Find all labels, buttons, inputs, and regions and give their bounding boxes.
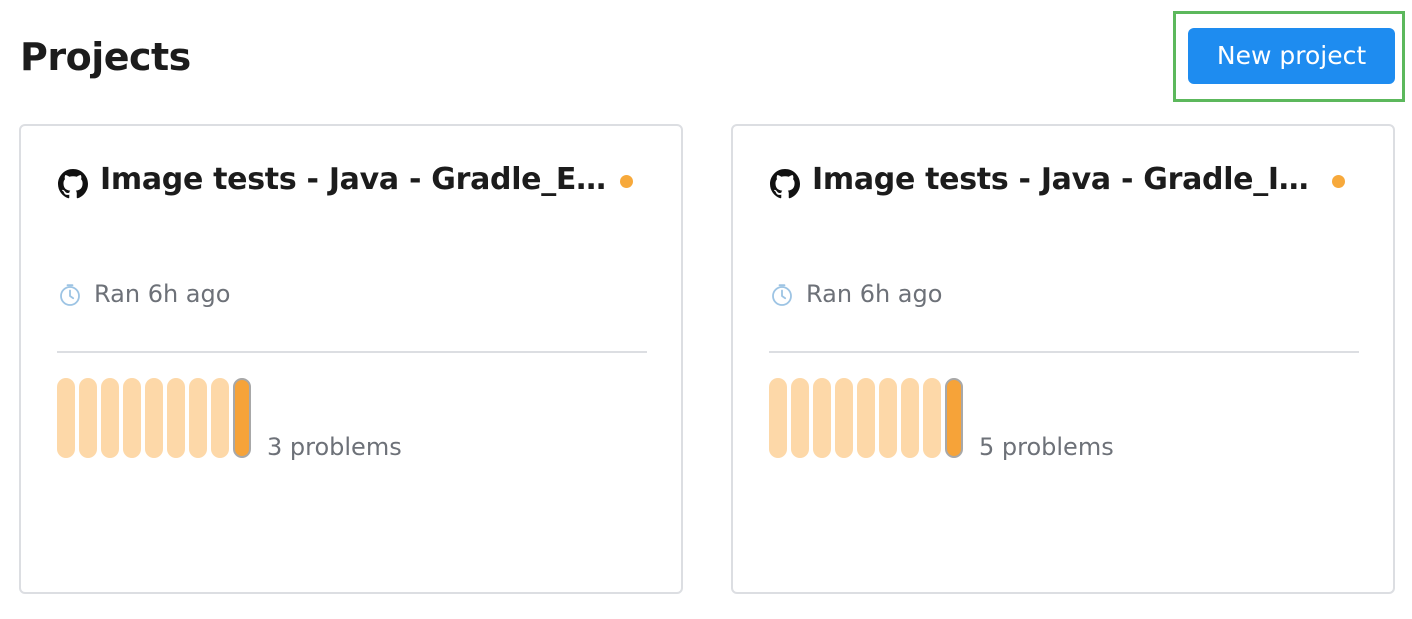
problems-count[interactable]: 3 problems: [267, 430, 402, 464]
run-bar[interactable]: [167, 378, 185, 458]
github-icon: [770, 169, 800, 199]
run-bar-latest[interactable]: [233, 378, 251, 458]
last-run-text: Ran 6h ago: [806, 280, 943, 308]
run-bar[interactable]: [857, 378, 875, 458]
run-bar[interactable]: [145, 378, 163, 458]
project-title[interactable]: Image tests - Java - Gradle_Incl...: [812, 160, 1325, 200]
run-bar[interactable]: [879, 378, 897, 458]
project-card[interactable]: Image tests - Java - Gradle_Excl... Ran …: [19, 124, 683, 594]
run-bar[interactable]: [813, 378, 831, 458]
run-bar[interactable]: [901, 378, 919, 458]
run-bar[interactable]: [211, 378, 229, 458]
status-indicator: [1332, 175, 1345, 188]
card-divider: [769, 351, 1359, 353]
last-run-text: Ran 6h ago: [94, 280, 231, 308]
run-bar[interactable]: [769, 378, 787, 458]
card-divider: [57, 351, 647, 353]
run-bar-latest[interactable]: [945, 378, 963, 458]
clock-icon: [60, 284, 80, 306]
run-bar[interactable]: [791, 378, 809, 458]
status-indicator: [620, 175, 633, 188]
clock-icon: [772, 284, 792, 306]
run-bar[interactable]: [923, 378, 941, 458]
run-bar[interactable]: [79, 378, 97, 458]
run-bar[interactable]: [123, 378, 141, 458]
new-project-button[interactable]: New project: [1188, 28, 1395, 84]
run-bar[interactable]: [189, 378, 207, 458]
github-icon: [58, 169, 88, 199]
project-title[interactable]: Image tests - Java - Gradle_Excl...: [100, 160, 613, 200]
run-bar[interactable]: [57, 378, 75, 458]
run-bar[interactable]: [835, 378, 853, 458]
project-card[interactable]: Image tests - Java - Gradle_Incl... Ran …: [731, 124, 1395, 594]
run-bar[interactable]: [101, 378, 119, 458]
page-title: Projects: [20, 35, 191, 79]
problems-count[interactable]: 5 problems: [979, 430, 1114, 464]
